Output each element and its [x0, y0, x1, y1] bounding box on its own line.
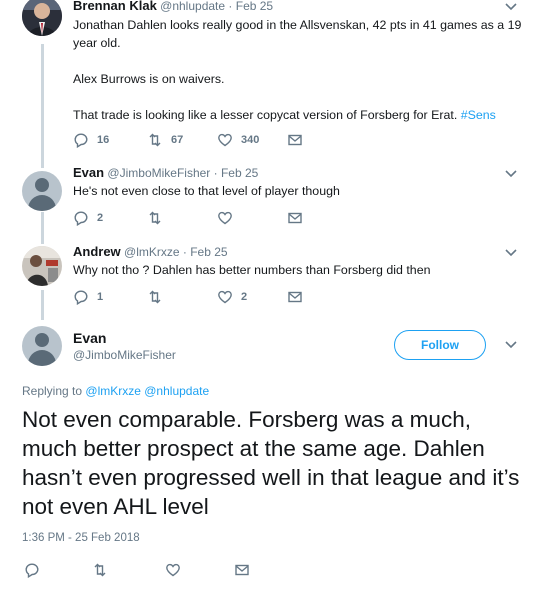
- message-button[interactable]: [287, 289, 311, 305]
- envelope-icon: [235, 564, 249, 576]
- envelope-icon: [288, 212, 302, 224]
- author-handle[interactable]: @lmKrxze: [124, 245, 180, 259]
- message-button[interactable]: [287, 132, 311, 148]
- hashtag-link[interactable]: #Sens: [461, 108, 496, 122]
- reply-button[interactable]: [24, 562, 48, 578]
- default-avatar-body-icon: [28, 195, 56, 211]
- retweet-button[interactable]: 67: [147, 132, 183, 148]
- like-count: 340: [241, 134, 260, 146]
- reply-count: 1: [97, 291, 104, 303]
- tweet-text-line: That trade is looking like a lesser copy…: [73, 108, 458, 122]
- author-name[interactable]: Evan: [73, 330, 106, 346]
- author-handle[interactable]: @nhlupdate: [160, 0, 225, 13]
- message-button[interactable]: [287, 210, 311, 226]
- author-name[interactable]: Evan: [73, 165, 104, 180]
- like-button[interactable]: 340: [217, 132, 259, 148]
- heart-icon: [218, 290, 232, 304]
- reply-button[interactable]: 2: [73, 210, 103, 226]
- author-name[interactable]: Andrew: [73, 244, 121, 259]
- tweet-date[interactable]: · Feb 25: [214, 166, 259, 180]
- tweet-text: Jonathan Dahlen looks really good in the…: [73, 16, 523, 124]
- tweet-date[interactable]: · Feb 25: [228, 0, 273, 13]
- default-avatar-body-icon: [28, 350, 56, 366]
- tweet-actions: 2: [73, 210, 373, 230]
- tweet[interactable]: Evan @JimboMikeFisher · Feb 25 He's not …: [0, 165, 540, 235]
- heart-icon: [218, 211, 232, 225]
- reply-icon: [74, 133, 88, 148]
- tweet-text: He's not even close to that level of pla…: [73, 184, 340, 198]
- tweet[interactable]: Brennan Klak @nhlupdate · Feb 25 Jonatha…: [0, 0, 540, 160]
- tweet-text-line: Alex Burrows is on waivers.: [73, 72, 225, 86]
- tweet[interactable]: Andrew @lmKrxze · Feb 25 Why not tho ? D…: [0, 244, 540, 314]
- retweet-button[interactable]: [92, 562, 116, 578]
- replying-prefix: Replying to: [22, 384, 83, 398]
- replying-to: Replying to @lmKrxze @nhlupdate: [22, 384, 209, 398]
- tweet-header: Andrew @lmKrxze · Feb 25: [73, 244, 228, 259]
- retweet-icon: [149, 211, 161, 225]
- tweet-text-line: Jonathan Dahlen looks really good in the…: [73, 18, 522, 32]
- tweet-text-line: year old.: [73, 36, 121, 50]
- envelope-icon: [288, 134, 302, 146]
- profile-photo-icon: [22, 246, 62, 286]
- chevron-down-icon[interactable]: [504, 248, 518, 258]
- tweet-text: Why not tho ? Dahlen has better numbers …: [73, 263, 431, 277]
- avatar[interactable]: [22, 0, 62, 36]
- tweet-text: Not even comparable. Forsberg was a much…: [22, 407, 520, 519]
- like-button[interactable]: [165, 562, 189, 578]
- retweet-icon: [149, 290, 161, 304]
- tweet-date[interactable]: · Feb 25: [183, 245, 228, 259]
- avatar[interactable]: [22, 171, 62, 211]
- tweet-header: Brennan Klak @nhlupdate · Feb 25: [73, 0, 273, 13]
- like-count: 2: [241, 291, 248, 303]
- envelope-icon: [288, 291, 302, 303]
- reply-icon: [74, 211, 88, 226]
- tweet-actions: 1 2: [73, 289, 373, 309]
- author-handle[interactable]: @JimboMikeFisher: [107, 166, 210, 180]
- retweet-icon: [94, 563, 106, 577]
- like-button[interactable]: 2: [217, 289, 247, 305]
- reply-count: 16: [97, 134, 110, 146]
- follow-button[interactable]: Follow: [394, 330, 486, 360]
- reply-icon: [25, 563, 39, 578]
- avatar[interactable]: [22, 326, 62, 366]
- retweet-button[interactable]: [147, 289, 171, 305]
- chevron-down-icon[interactable]: [504, 340, 518, 350]
- tweet-header: Evan @JimboMikeFisher · Feb 25: [73, 165, 258, 180]
- heart-icon: [166, 563, 180, 577]
- default-avatar-head-icon: [35, 333, 49, 347]
- author-name[interactable]: Brennan Klak: [73, 0, 157, 13]
- reply-button[interactable]: 16: [73, 132, 109, 148]
- message-button[interactable]: [234, 562, 258, 578]
- reply-button[interactable]: 1: [73, 289, 103, 305]
- retweet-button[interactable]: [147, 210, 171, 226]
- retweet-count: 67: [171, 134, 184, 146]
- author-handle[interactable]: @JimboMikeFisher: [73, 348, 176, 362]
- reply-count: 2: [97, 212, 104, 224]
- profile-photo-icon: [22, 0, 62, 36]
- default-avatar-head-icon: [35, 178, 49, 192]
- like-button[interactable]: [217, 210, 241, 226]
- tweet-actions: 16 67 340: [73, 132, 373, 152]
- avatar[interactable]: [22, 246, 62, 286]
- replying-to-handles[interactable]: @lmKrxze @nhlupdate: [85, 384, 209, 398]
- reply-icon: [74, 290, 88, 305]
- tweet-timestamp[interactable]: 1:36 PM - 25 Feb 2018: [22, 532, 140, 544]
- chevron-down-icon[interactable]: [504, 2, 518, 12]
- chevron-down-icon[interactable]: [504, 169, 518, 179]
- heart-icon: [218, 133, 232, 147]
- retweet-icon: [149, 133, 161, 147]
